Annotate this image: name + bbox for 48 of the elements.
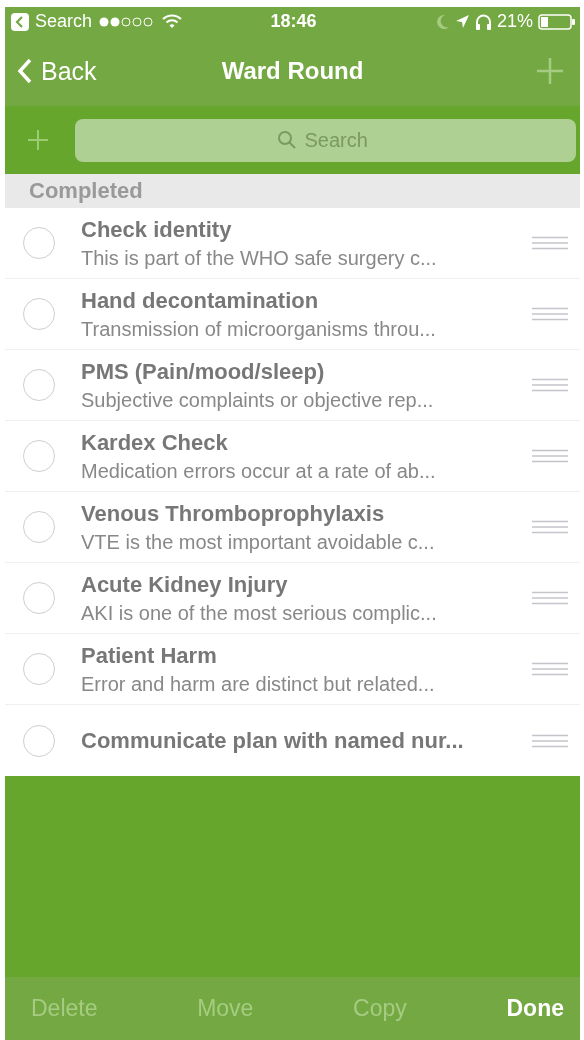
- item-title: PMS (Pain/mood/sleep): [81, 358, 326, 385]
- location-arrow-icon: [454, 14, 470, 29]
- list-row[interactable]: Check identity This is part of the WHO safe surgery c...: [5, 208, 580, 279]
- item-title: Venous Thromboprophylaxis: [81, 500, 386, 527]
- status-time: 18:46: [270, 11, 317, 32]
- back-button[interactable]: Back: [17, 56, 97, 86]
- item-subtitle: Medication errors occur at a rate of ab...: [81, 459, 437, 483]
- item-title: Check identity: [81, 216, 233, 243]
- back-app-label[interactable]: Search: [35, 11, 93, 32]
- list-row[interactable]: PMS (Pain/mood/sleep) Subjective complaints or objective rep...: [5, 350, 580, 421]
- item-subtitle: This is part of the WHO safe surgery c...: [81, 246, 438, 270]
- wifi-icon: [162, 14, 183, 29]
- reorder-handle-icon[interactable]: [532, 236, 568, 250]
- reorder-handle-icon[interactable]: [532, 378, 568, 392]
- toolbar-button[interactable]: Done: [506, 991, 564, 1026]
- list-row[interactable]: Venous Thromboprophylaxis VTE is the most important avoidable c...: [5, 492, 580, 563]
- section-title: Completed: [29, 178, 143, 204]
- item-title: Communicate plan with named nur...: [81, 727, 465, 754]
- reorder-handle-icon[interactable]: [532, 520, 568, 534]
- add-icon[interactable]: [536, 57, 564, 85]
- item-subtitle: Transmission of microorganisms throu...: [81, 317, 437, 341]
- add-icon[interactable]: [27, 129, 49, 151]
- list-row[interactable]: Kardex Check Medication errors occur at a rate of ab...: [5, 421, 580, 492]
- item-subtitle: AKI is one of the most serious complic...: [81, 601, 438, 625]
- list-row[interactable]: Acute Kidney Injury AKI is one of the most serious complic...: [5, 563, 580, 634]
- reorder-handle-icon[interactable]: [532, 307, 568, 321]
- reorder-handle-icon[interactable]: [532, 591, 568, 605]
- reorder-handle-icon[interactable]: [532, 733, 568, 748]
- item-subtitle: Error and harm are distinct but related...: [81, 672, 436, 696]
- headphones-icon: [474, 13, 492, 30]
- back-app-icon[interactable]: [11, 12, 29, 31]
- search-icon: [276, 130, 297, 150]
- item-title: Patient Harm: [81, 642, 218, 669]
- item-subtitle: Subjective complaints or objective rep...: [81, 388, 435, 412]
- list-row[interactable]: Patient Harm Error and harm are distinct but related...: [5, 634, 580, 705]
- reorder-handle-icon[interactable]: [532, 449, 568, 463]
- list-row[interactable]: Communicate plan with named nur...: [5, 705, 580, 776]
- item-title: Kardex Check: [81, 429, 229, 456]
- moon-icon: [435, 13, 450, 30]
- back-chevron-icon: [17, 57, 33, 85]
- item-title: Acute Kidney Injury: [81, 571, 289, 598]
- reorder-handle-icon[interactable]: [532, 662, 568, 676]
- item-subtitle: VTE is the most important avoidable c...: [81, 530, 436, 554]
- battery-percent: 21%: [496, 11, 533, 32]
- battery-icon: [538, 13, 576, 30]
- item-title: Hand decontamination: [81, 287, 320, 314]
- list-row[interactable]: Hand decontamination Transmission of microorganisms throu...: [5, 279, 580, 350]
- screen-title: Ward Round: [221, 57, 364, 85]
